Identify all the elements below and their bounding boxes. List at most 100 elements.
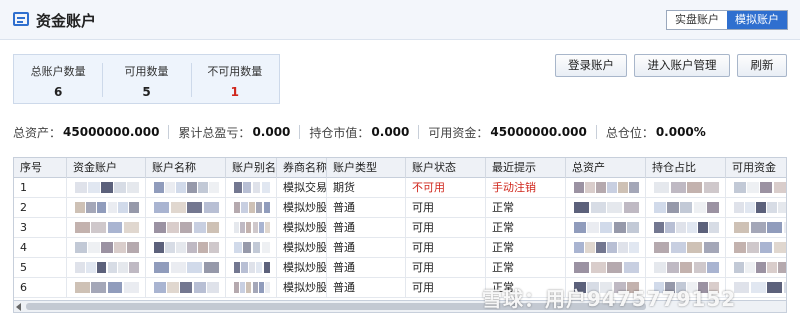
table-cell: [566, 218, 646, 237]
redacted-block: [96, 202, 107, 213]
redacted-block: [154, 202, 169, 213]
redacted-block: [574, 222, 586, 233]
redacted-block: [734, 282, 749, 293]
column-header[interactable]: 券商名称: [277, 158, 327, 178]
table-cell: [726, 198, 786, 217]
scroll-left-arrow-icon[interactable]: [16, 303, 21, 311]
redacted-block: [234, 262, 241, 273]
redacted-block: [187, 202, 202, 213]
summary-label: 总仓位：: [605, 125, 654, 140]
table-row[interactable]: 2 模拟炒股 普通 可用 正常: [14, 198, 786, 218]
redacted-block: [209, 182, 219, 193]
manage-account-button[interactable]: 进入账户管理: [634, 54, 730, 77]
redacted-block: [187, 262, 202, 273]
redacted-block: [256, 262, 263, 273]
column-header[interactable]: 账户类型: [327, 158, 406, 178]
table-cell: [226, 258, 277, 277]
redacted-block: [154, 222, 166, 233]
redacted-block: [680, 202, 693, 213]
table-cell: [146, 218, 226, 237]
login-account-button[interactable]: 登录账户: [555, 54, 627, 77]
redacted-block: [248, 202, 255, 213]
redacted-block: [618, 242, 628, 253]
refresh-button[interactable]: 刷新: [737, 54, 787, 77]
stat-label: 可用数量: [124, 65, 169, 78]
column-header[interactable]: 总资产: [566, 158, 646, 178]
table-row[interactable]: 1 模拟交易 期货 不可用 手动注销: [14, 178, 786, 198]
column-header[interactable]: 账户状态: [406, 158, 486, 178]
redacted-block: [234, 282, 240, 293]
summary-label: 累计总盈亏：: [178, 125, 251, 140]
redacted-block: [75, 202, 85, 213]
table-cell: [146, 278, 226, 297]
table-row[interactable]: 3 模拟炒股 普通 可用 正常: [14, 218, 786, 238]
table-cell: 普通: [327, 198, 406, 217]
redacted-block: [167, 282, 180, 293]
table-cell: 普通: [327, 278, 406, 297]
table-cell: [646, 238, 726, 257]
redacted-block: [590, 202, 606, 213]
redacted-block: [654, 202, 666, 213]
column-header[interactable]: 可用资金: [726, 158, 786, 178]
table-cell: [646, 198, 726, 217]
column-header[interactable]: 最近提示: [486, 158, 566, 178]
redacted-block: [107, 262, 118, 273]
redacted-block: [127, 242, 139, 253]
table-cell: [726, 258, 786, 277]
redacted-block: [767, 262, 777, 273]
redacted-block: [734, 242, 746, 253]
column-header[interactable]: 序号: [14, 158, 67, 178]
divider: [299, 125, 301, 139]
column-header[interactable]: 账户名称: [146, 158, 226, 178]
page-title: 资金账户: [36, 12, 97, 30]
summary-label: 持仓市值：: [309, 125, 370, 140]
redacted-block: [629, 242, 639, 253]
redacted-block: [246, 222, 252, 233]
table-row[interactable]: 4 模拟炒股 普通 可用 正常: [14, 238, 786, 258]
tab-simulated-account[interactable]: 模拟账户: [727, 11, 787, 29]
redacted-block: [180, 222, 193, 233]
table-cell: [146, 238, 226, 257]
redacted-block: [703, 242, 719, 253]
redacted-block: [198, 182, 208, 193]
redacted-block: [706, 262, 719, 273]
redacted-block: [75, 242, 87, 253]
redacted-block: [745, 202, 755, 213]
column-header[interactable]: 资金账户: [67, 158, 146, 178]
table-cell: [67, 218, 146, 237]
asset-summary: 总资产： 45000000.000 累计总盈亏： 0.000 持仓市值： 0.0…: [13, 124, 706, 140]
table-cell: 5: [14, 258, 67, 277]
table-cell: 模拟炒股: [277, 238, 327, 257]
redacted-block: [234, 242, 242, 253]
redacted-block: [170, 262, 186, 273]
redacted-block: [613, 222, 626, 233]
column-header[interactable]: 持仓占比: [646, 158, 726, 178]
redacted-block: [243, 242, 251, 253]
table-cell: 可用: [406, 278, 486, 297]
summary-available-funds: 可用资金： 45000000.000: [428, 124, 586, 141]
redacted-block: [773, 182, 786, 193]
redacted-block: [734, 182, 746, 193]
redacted-block: [693, 202, 706, 213]
table-row[interactable]: 5 模拟炒股 普通 可用 正常: [14, 258, 786, 278]
redacted-block: [623, 202, 639, 213]
redacted-block: [706, 202, 719, 213]
redacted-block: [241, 262, 248, 273]
redacted-block: [687, 242, 702, 253]
table-cell: 2: [14, 198, 67, 217]
redacted-block: [234, 222, 240, 233]
redacted-block: [252, 242, 261, 253]
redacted-block: [107, 222, 123, 233]
redacted-block: [687, 222, 697, 233]
redacted-block: [114, 182, 126, 193]
column-header[interactable]: 账户别名: [226, 158, 277, 178]
table-cell: [67, 178, 146, 197]
table-cell: [67, 278, 146, 297]
table-cell: 6: [14, 278, 67, 297]
redacted-block: [123, 282, 139, 293]
summary-value: 0.000: [371, 125, 410, 139]
tab-real-account[interactable]: 实盘账户: [667, 11, 727, 29]
redacted-block: [629, 182, 639, 193]
table-cell: [226, 198, 277, 217]
redacted-block: [123, 222, 139, 233]
